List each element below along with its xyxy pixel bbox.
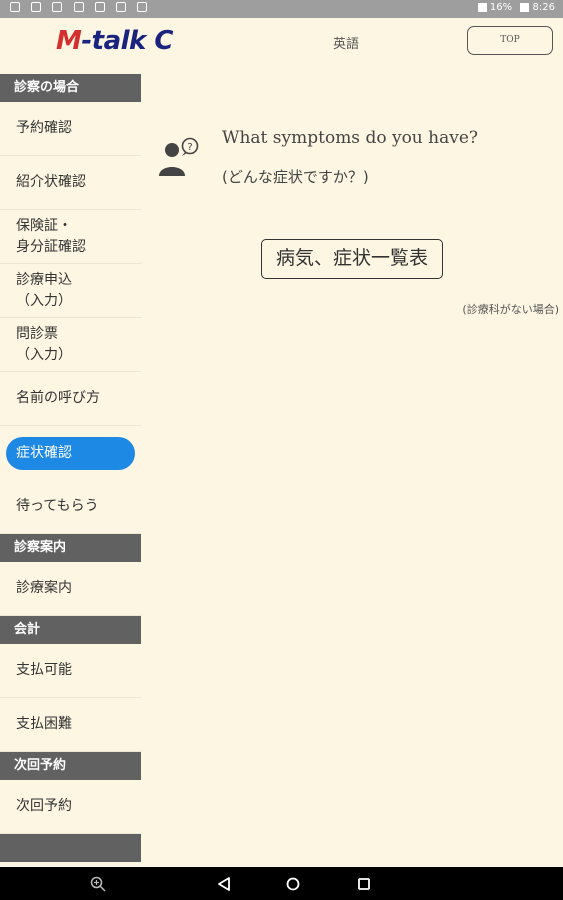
nav-item-label: 待ってもらう bbox=[16, 498, 99, 515]
nav-item-referral-check[interactable]: 紹介状確認 bbox=[0, 156, 141, 210]
clock: 8:26 bbox=[532, 2, 555, 13]
top-button[interactable]: TOP bbox=[467, 26, 553, 55]
nav-item-label: 問診票 （入力） bbox=[16, 326, 72, 363]
no-department-note: (診療科がない場合) bbox=[462, 303, 559, 316]
back-icon[interactable] bbox=[217, 877, 231, 891]
nav-item-insurance-id-check[interactable]: 保険証・ 身分証確認 bbox=[0, 210, 141, 264]
mail-icon bbox=[94, 2, 105, 12]
status-right: 16% 8:26 bbox=[473, 2, 555, 13]
logo-text: -talk C bbox=[81, 26, 173, 56]
nav-item-next-appointment[interactable]: 次回予約 bbox=[0, 780, 141, 834]
zoom-icon[interactable] bbox=[90, 876, 106, 892]
nav-item-label: 名前の呼び方 bbox=[16, 390, 100, 407]
home-icon[interactable] bbox=[286, 877, 300, 891]
notification-icon bbox=[10, 2, 20, 12]
question-english: What symptoms do you have? bbox=[222, 128, 479, 148]
language-label: 英語 bbox=[333, 37, 360, 52]
image-icon bbox=[73, 2, 84, 12]
nav-item-symptom-check[interactable]: 症状確認 bbox=[0, 426, 141, 480]
nav-item-questionnaire-input[interactable]: 問診票 （入力） bbox=[0, 318, 141, 372]
section-header-payment: 会計 bbox=[0, 616, 141, 644]
symptom-list-button[interactable]: 病気、症状一覧表 bbox=[261, 239, 443, 279]
section-header-partial bbox=[0, 834, 141, 862]
nav-item-label: 診療案内 bbox=[16, 580, 72, 597]
app-header: M-talk C 英語 TOP bbox=[0, 18, 563, 74]
nav-item-name-pronunciation[interactable]: 名前の呼び方 bbox=[0, 372, 141, 426]
active-pill: 症状確認 bbox=[6, 436, 135, 470]
system-nav-bar bbox=[0, 867, 563, 900]
logo-m: M bbox=[56, 26, 82, 56]
main-content: ? What symptoms do you have? (どんな症状ですか？)… bbox=[141, 74, 563, 867]
youtube-icon bbox=[52, 2, 63, 12]
nav-item-please-wait[interactable]: 待ってもらう bbox=[0, 480, 141, 534]
nav-item-label: 支払可能 bbox=[16, 662, 72, 679]
recents-icon[interactable] bbox=[357, 877, 371, 891]
nav-item-payment-difficult[interactable]: 支払困難 bbox=[0, 698, 141, 752]
nav-item-payment-possible[interactable]: 支払可能 bbox=[0, 644, 141, 698]
download-icon bbox=[31, 2, 42, 12]
nav-item-label: 紹介状確認 bbox=[16, 174, 86, 191]
status-bar: 16% 8:26 bbox=[0, 0, 563, 18]
nav-item-label: 保険証・ 身分証確認 bbox=[16, 218, 86, 255]
notification-icons bbox=[10, 2, 151, 13]
section-header-consultation: 診察の場合 bbox=[0, 74, 141, 102]
nav-item-treatment-guide[interactable]: 診療案内 bbox=[0, 562, 141, 616]
battery-icon bbox=[520, 2, 530, 12]
check-icon bbox=[137, 2, 148, 12]
nav-item-label: 予約確認 bbox=[16, 120, 72, 137]
nav-item-label: 診療申込 （入力） bbox=[16, 272, 72, 309]
nav-item-application-input[interactable]: 診療申込 （入力） bbox=[0, 264, 141, 318]
section-header-next-appointment: 次回予約 bbox=[0, 752, 141, 780]
nav-item-reservation-check[interactable]: 予約確認 bbox=[0, 102, 141, 156]
svg-text:?: ? bbox=[187, 142, 192, 153]
close-box-icon bbox=[115, 2, 126, 12]
app-logo: M-talk C bbox=[56, 26, 173, 56]
nav-item-label: 次回予約 bbox=[16, 798, 72, 815]
question-japanese: (どんな症状ですか？) bbox=[222, 168, 369, 186]
person-question-icon: ? bbox=[159, 137, 199, 176]
wifi-icon bbox=[477, 2, 487, 12]
sidebar: 診察の場合 予約確認 紹介状確認 保険証・ 身分証確認 診療申込 （入力） 問診… bbox=[0, 74, 141, 867]
battery-level: 16% bbox=[489, 2, 513, 13]
section-header-guidance: 診察案内 bbox=[0, 534, 141, 562]
nav-item-label: 支払困難 bbox=[16, 716, 72, 733]
